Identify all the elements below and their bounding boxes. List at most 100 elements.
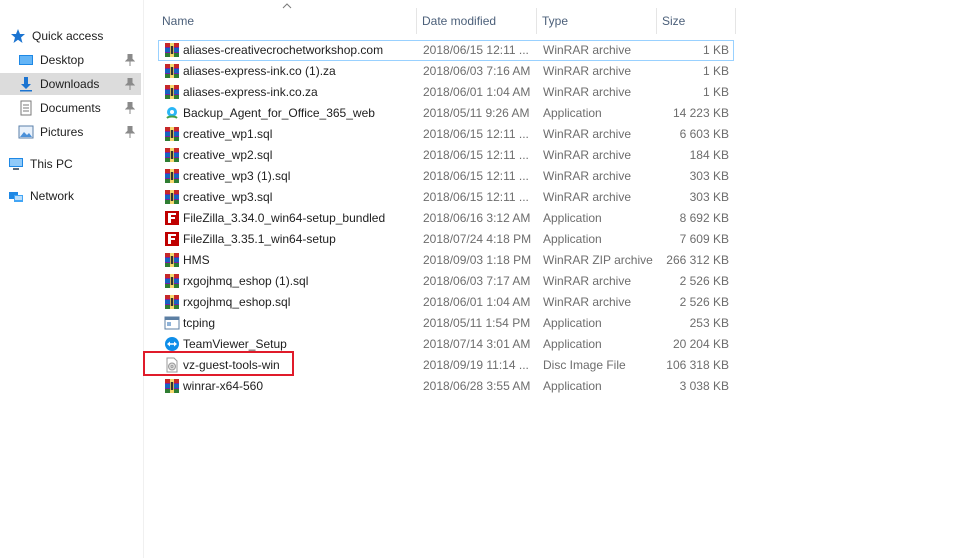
file-size: 253 KB — [689, 316, 729, 330]
file-type: Application — [543, 379, 602, 393]
nav-this-pc[interactable]: This PC — [8, 153, 73, 175]
file-size: 303 KB — [689, 169, 729, 183]
nav-label: This PC — [30, 157, 73, 171]
computer-icon — [9, 158, 23, 170]
file-size: 14 223 KB — [672, 106, 729, 120]
nav-documents[interactable]: Documents — [18, 97, 141, 119]
file-name: creative_wp1.sql — [183, 127, 273, 141]
file-size: 7 609 KB — [679, 232, 729, 246]
file-row[interactable]: Backup_Agent_for_Office_365_web 2018/05/1… — [158, 103, 734, 124]
star-icon — [11, 29, 25, 43]
file-name: HMS — [183, 253, 210, 267]
file-date-modified: 2018/05/11 9:26 AM — [423, 106, 530, 120]
column-header-date-modified[interactable]: Date modified — [417, 8, 537, 34]
file-row[interactable]: FileZilla_3.35.1_win64-setup 2018/07/24 4… — [158, 229, 734, 250]
installer-file-icon — [164, 105, 180, 121]
file-name: tcping — [183, 316, 216, 330]
file-name: winrar-x64-560 — [183, 379, 264, 393]
nav-desktop[interactable]: Desktop — [18, 49, 141, 71]
file-row[interactable]: rxgojhmq_eshop (1).sql 2018/06/03 7:17 AM… — [158, 271, 734, 292]
nav-label: Desktop — [40, 53, 85, 67]
teamviewer-file-icon — [164, 336, 180, 352]
file-size: 8 692 KB — [679, 211, 729, 225]
file-name: creative_wp2.sql — [183, 148, 273, 162]
file-date-modified: 2018/09/19 11:14 ... — [423, 358, 529, 372]
file-type: WinRAR archive — [543, 85, 632, 99]
file-row[interactable]: aliases-express-ink.co.za 2018/06/01 1:04… — [158, 82, 734, 103]
annotation-highlight-box — [143, 351, 294, 376]
file-type: WinRAR archive — [543, 43, 632, 57]
winrar-file-icon — [164, 378, 180, 394]
file-type: WinRAR ZIP archive — [543, 253, 653, 267]
file-type: Application — [543, 232, 602, 246]
file-name: aliases-express-ink.co.za — [183, 85, 318, 99]
file-name: rxgojhmq_eshop (1).sql — [183, 274, 309, 288]
file-name: aliases-express-ink.co (1).za — [183, 64, 336, 78]
file-row[interactable]: aliases-express-ink.co (1).za 2018/06/03 … — [158, 61, 734, 82]
nav-label: Network — [30, 189, 75, 203]
file-row[interactable]: creative_wp3.sql 2018/06/15 12:11 ... WinR… — [158, 187, 734, 208]
desktop-icon — [19, 55, 33, 65]
file-size: 303 KB — [689, 190, 729, 204]
file-type: WinRAR archive — [543, 190, 632, 204]
file-size: 266 312 KB — [666, 253, 729, 267]
file-row[interactable]: FileZilla_3.34.0_win64-setup_bundled 2018… — [158, 208, 734, 229]
file-row[interactable]: tcping 2018/05/11 1:54 PM Application 253 K… — [158, 313, 734, 334]
nav-label: Documents — [40, 101, 101, 115]
winrar-file-icon — [164, 189, 180, 205]
winrar-file-icon — [164, 294, 180, 310]
nav-label: Quick access — [32, 29, 104, 43]
file-row[interactable]: HMS 2018/09/03 1:18 PM WinRAR ZIP archive 2… — [158, 250, 734, 271]
file-row[interactable]: rxgojhmq_eshop.sql 2018/06/01 1:04 AM WinR… — [158, 292, 734, 313]
file-type: WinRAR archive — [543, 127, 632, 141]
pin-icon[interactable] — [125, 126, 135, 138]
network-icon — [9, 192, 23, 202]
file-size: 1 KB — [702, 64, 729, 78]
file-row[interactable]: creative_wp1.sql 2018/06/15 12:11 ... WinR… — [158, 124, 734, 145]
winrar-file-icon — [164, 126, 180, 142]
winrar-file-icon — [164, 168, 180, 184]
winrar-file-icon — [164, 147, 180, 163]
file-size: 184 KB — [689, 148, 729, 162]
file-name: FileZilla_3.35.1_win64-setup — [183, 232, 336, 246]
file-date-modified: 2018/06/15 12:11 ... — [423, 43, 529, 57]
pictures-icon — [18, 125, 34, 139]
file-date-modified: 2018/06/15 12:11 ... — [423, 148, 529, 162]
filezilla-file-icon — [164, 210, 180, 226]
file-date-modified: 2018/06/01 1:04 AM — [423, 295, 531, 309]
column-header-type[interactable]: Type — [537, 8, 657, 34]
file-name: rxgojhmq_eshop.sql — [183, 295, 291, 309]
file-name: FileZilla_3.34.0_win64-setup_bundled — [183, 211, 386, 225]
file-date-modified: 2018/06/03 7:17 AM — [423, 274, 531, 288]
file-size: 2 526 KB — [679, 295, 729, 309]
file-date-modified: 2018/07/14 3:01 AM — [423, 337, 531, 351]
column-header-size[interactable]: Size — [657, 8, 736, 34]
winrar-file-icon — [164, 252, 180, 268]
file-date-modified: 2018/06/15 12:11 ... — [423, 190, 529, 204]
file-type: WinRAR archive — [543, 64, 632, 78]
pin-icon[interactable] — [125, 102, 135, 114]
nav-network[interactable]: Network — [8, 185, 74, 207]
file-row[interactable]: creative_wp3 (1).sql 2018/06/15 12:11 ...… — [158, 166, 734, 187]
nav-downloads[interactable]: Downloads — [0, 73, 141, 95]
pin-icon[interactable] — [125, 54, 135, 66]
winrar-file-icon — [164, 84, 180, 100]
winrar-file-icon — [164, 63, 180, 79]
file-size: 3 038 KB — [679, 379, 729, 393]
file-date-modified: 2018/06/15 12:11 ... — [423, 169, 529, 183]
file-date-modified: 2018/06/16 3:12 AM — [423, 211, 531, 225]
winrar-file-icon — [164, 42, 180, 58]
file-type: WinRAR archive — [543, 295, 632, 309]
pin-icon[interactable] — [125, 78, 135, 90]
file-type: Application — [543, 337, 602, 351]
file-size: 106 318 KB — [666, 358, 729, 372]
file-type: Application — [543, 211, 602, 225]
column-header-name[interactable]: Name — [157, 8, 417, 34]
nav-quick-access[interactable]: Quick access — [10, 25, 103, 47]
nav-pictures[interactable]: Pictures — [18, 121, 141, 143]
file-row[interactable]: winrar-x64-560 2018/06/28 3:55 AM Applicat… — [158, 376, 734, 397]
file-row[interactable]: aliases-creativecrochetworkshop.com 2018/… — [158, 40, 734, 61]
file-row[interactable]: creative_wp2.sql 2018/06/15 12:11 ... WinR… — [158, 145, 734, 166]
file-date-modified: 2018/07/24 4:18 PM — [423, 232, 532, 246]
winrar-file-icon — [164, 273, 180, 289]
